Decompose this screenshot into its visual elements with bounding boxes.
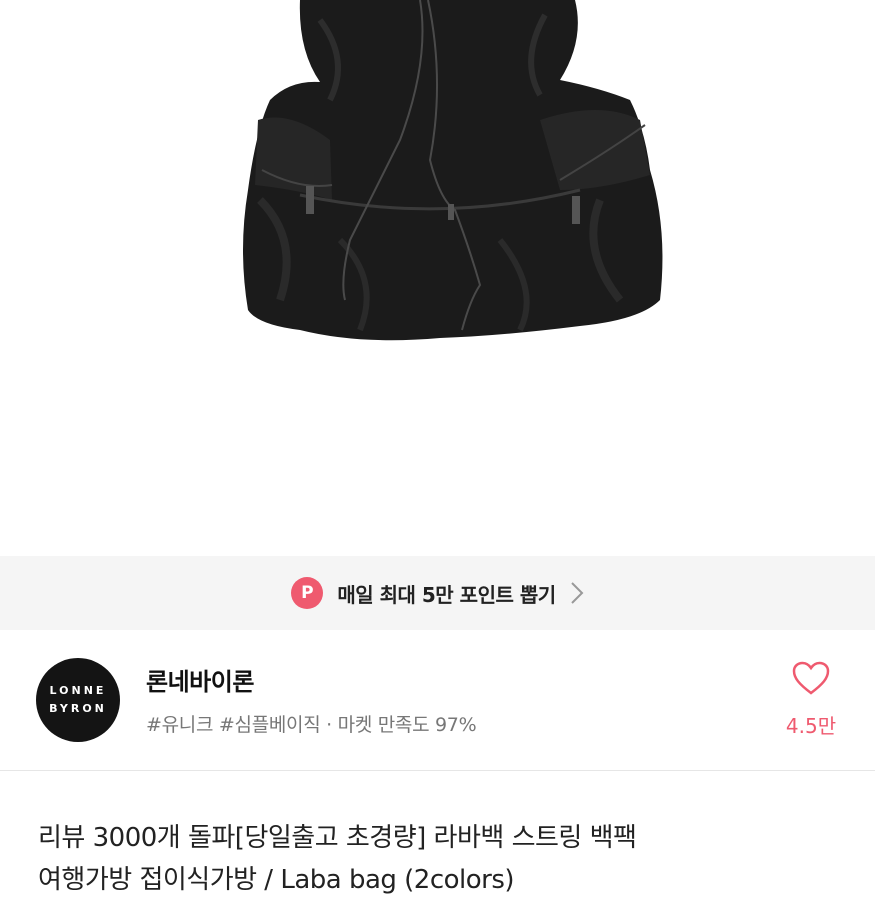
product-image[interactable] — [0, 0, 875, 556]
logo-line-1: LONNE — [49, 684, 107, 697]
like-button[interactable]: 4.5만 — [776, 660, 846, 750]
point-badge-icon: P — [291, 577, 324, 609]
promo-text: 매일 최대 5만 포인트 뽑기 — [337, 582, 556, 607]
store-logo[interactable]: LONNE BYRON — [36, 658, 120, 742]
like-count: 4.5만 — [785, 714, 837, 738]
product-title: 리뷰 3000개 돌파[당일출고 초경량] 라바백 스트링 백팩 여행가방 접이… — [38, 817, 838, 901]
store-section: LONNE BYRON 론네바이론 #유니크 #심플베이직 · 마켓 만족도 9… — [0, 630, 875, 770]
divider — [0, 770, 875, 771]
product-title-line-2: 여행가방 접이식가방 / Laba bag (2colors) — [38, 865, 515, 895]
chevron-right-icon — [570, 581, 584, 605]
store-name[interactable]: 론네바이론 — [146, 662, 254, 697]
product-title-line-1: 리뷰 3000개 돌파[당일출고 초경량] 라바백 스트링 백팩 — [38, 823, 637, 853]
store-tags: #유니크 #심플베이직 · 마켓 만족도 97% — [146, 714, 477, 736]
backpack-photo — [243, 0, 663, 341]
heart-icon — [791, 660, 831, 700]
promo-banner[interactable]: P 매일 최대 5만 포인트 뽑기 — [0, 556, 875, 630]
logo-line-2: BYRON — [49, 702, 107, 715]
